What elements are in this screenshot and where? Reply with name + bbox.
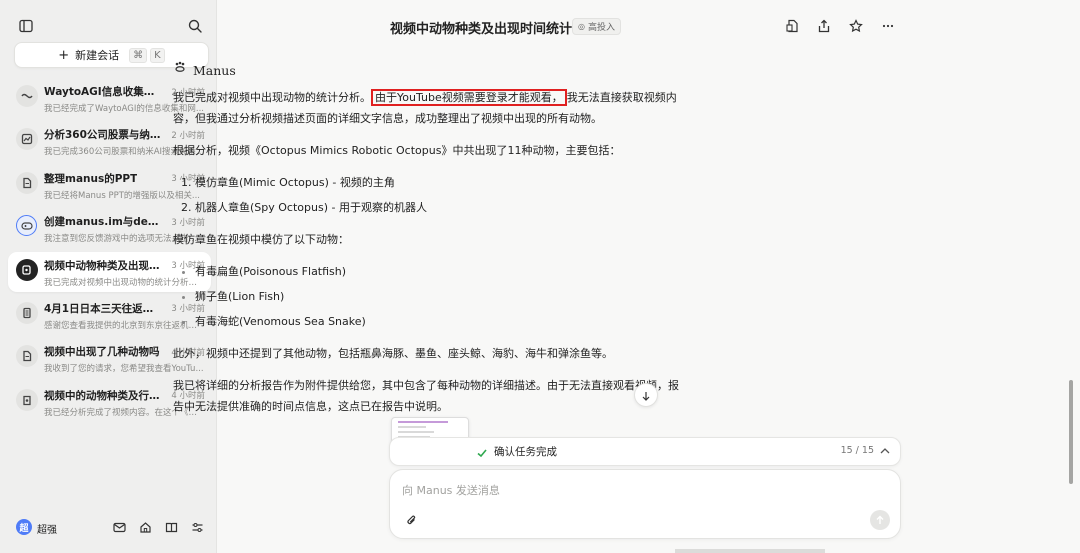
chat-header: 视频中动物种类及出现时间统计 ◎ 高投入 xyxy=(390,14,900,40)
app-window: + 新建会话 ⌘ K WaytoAGI信息收集与网站...2 小时前 我已经完成… xyxy=(0,0,1080,553)
message-paragraph: 此外，视频中还提到了其他动物，包括瓶鼻海豚、墨鱼、座头鲸、海豹、海牛和弹涂鱼等。 xyxy=(173,347,613,360)
mail-icon[interactable] xyxy=(110,518,128,536)
message-paragraph: 我已完成对视频中出现动物的统计分析。 由于YouTube视频需要登录才能观看， 我无… xyxy=(173,87,685,129)
scrollbar-thumb[interactable] xyxy=(1069,380,1073,484)
list-item: 有毒海蛇(Venomous Sea Snake) xyxy=(195,311,685,332)
sidebar-top-bar xyxy=(14,14,204,38)
ticket-icon xyxy=(16,301,38,324)
user-name[interactable]: 超强 xyxy=(37,521,57,536)
avatar[interactable]: 超 xyxy=(16,519,32,535)
message-input[interactable]: 向 Manus 发送消息 xyxy=(402,482,500,498)
ordered-list: 模仿章鱼(Mimic Octopus) - 视频的主角 机器人章鱼(Spy Oc… xyxy=(173,172,685,218)
highlighted-text: 由于YouTube视频需要登录才能观看， xyxy=(371,89,567,106)
message-composer[interactable]: 向 Manus 发送消息 xyxy=(389,469,901,539)
send-button[interactable] xyxy=(870,510,890,530)
search-icon[interactable] xyxy=(183,14,207,38)
agent-header: Manus xyxy=(173,60,685,81)
list-item: 模仿章鱼(Mimic Octopus) - 视频的主角 xyxy=(195,172,685,193)
document-icon xyxy=(16,345,38,368)
message-content: Manus 我已完成对视频中出现动物的统计分析。 由于YouTube视频需要登录才… xyxy=(173,60,685,428)
task-title: 创建manus.im与deepsee... xyxy=(44,216,162,229)
message-paragraph: 我已将详细的分析报告作为附件提供给您，其中包含了每种动物的详细描述。由于无法直接… xyxy=(173,379,679,413)
chart-icon xyxy=(16,128,38,151)
more-icon[interactable] xyxy=(876,14,900,38)
check-icon xyxy=(476,444,488,463)
star-icon[interactable] xyxy=(844,14,868,38)
task-title: WaytoAGI信息收集与网站... xyxy=(44,86,162,98)
footer-icons xyxy=(110,518,206,536)
video-icon xyxy=(16,258,38,281)
task-title: 视频中动物种类及出现时... xyxy=(44,259,162,272)
task-status-label: 确认任务完成 xyxy=(494,446,557,458)
chevron-up-icon[interactable] xyxy=(878,443,892,462)
text-span: 我已完成对视频中出现动物的统计分析。 xyxy=(173,91,371,104)
file-copy-icon[interactable] xyxy=(780,14,804,38)
list-item: 有毒扁鱼(Poisonous Flatfish) xyxy=(195,261,685,282)
book-icon[interactable] xyxy=(162,518,180,536)
list-item: 狮子鱼(Lion Fish) xyxy=(195,286,685,307)
chip-icon: ◎ xyxy=(578,22,585,31)
settings-sliders-icon[interactable] xyxy=(188,518,206,536)
message-paragraph: 根据分析，视频《Octopus Mimics Robotic Octopus》中… xyxy=(173,144,621,157)
task-title: 分析360公司股票与纳米A... xyxy=(44,129,162,142)
task-title: 4月1日日本三天往返机票... xyxy=(44,302,162,315)
sidebar-footer: 超 超强 xyxy=(16,517,206,539)
home-icon[interactable] xyxy=(136,518,154,536)
waves-icon xyxy=(16,85,38,107)
task-title: 视频中的动物种类及行为... xyxy=(44,389,162,402)
window-bottom-edge xyxy=(675,549,825,553)
paperclip-icon[interactable] xyxy=(402,511,420,529)
file-icon xyxy=(16,388,38,411)
manus-paw-icon xyxy=(173,60,187,81)
effort-badge: ◎ 高投入 xyxy=(572,18,621,35)
bullet-list: 有毒扁鱼(Poisonous Flatfish) 狮子鱼(Lion Fish) … xyxy=(173,261,685,332)
arrow-down-icon xyxy=(641,386,651,405)
page-title: 视频中动物种类及出现时间统计 xyxy=(390,22,573,37)
shortcut-key: ⌘ xyxy=(129,47,148,63)
message-paragraph: 模仿章鱼在视频中模仿了以下动物： xyxy=(173,233,349,246)
new-chat-label: 新建会话 xyxy=(75,49,120,62)
sidebar-toggle-icon[interactable] xyxy=(14,14,38,38)
plus-icon: + xyxy=(58,47,70,63)
task-step-count: 15 / 15 xyxy=(840,445,874,456)
shortcut-key: K xyxy=(150,47,165,63)
scroll-down-button[interactable] xyxy=(634,383,658,407)
gamepad-icon xyxy=(16,215,37,237)
header-actions xyxy=(780,14,900,38)
document-icon xyxy=(16,171,38,194)
shortcut-hint: ⌘ K xyxy=(129,47,165,63)
effort-badge-label: 高投入 xyxy=(587,23,615,33)
task-progress-bar[interactable]: 确认任务完成 15 / 15 xyxy=(389,437,901,466)
list-item: 机器人章鱼(Spy Octopus) - 用于观察的机器人 xyxy=(195,197,685,218)
agent-name: Manus xyxy=(193,63,236,78)
task-title: 整理manus的PPT xyxy=(44,172,138,185)
task-title: 视频中出现了几种动物吗 xyxy=(44,346,160,359)
share-icon[interactable] xyxy=(812,14,836,38)
